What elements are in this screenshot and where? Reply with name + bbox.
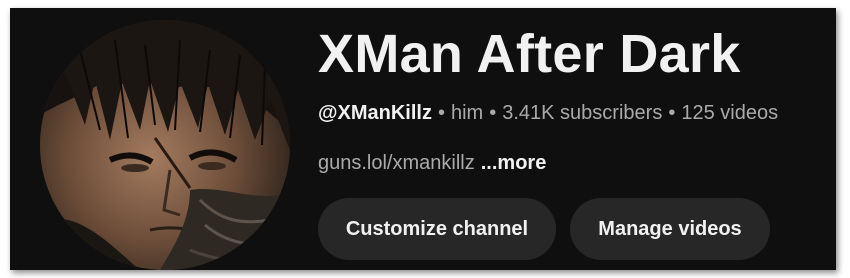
- customize-channel-button[interactable]: Customize channel: [318, 198, 556, 260]
- avatar-artwork: [40, 20, 290, 270]
- channel-meta: @XManKillz • him • 3.41K subscribers • 125 vid…: [318, 100, 778, 126]
- channel-name: XMan After Dark: [318, 24, 741, 84]
- channel-pronouns: him: [450, 102, 484, 124]
- channel-link[interactable]: guns.lol/xmankillz: [318, 152, 475, 174]
- manage-videos-button[interactable]: Manage videos: [570, 198, 770, 260]
- channel-handle: @XManKillz: [318, 102, 432, 124]
- meta-separator: •: [437, 102, 445, 124]
- channel-header: XMan After Dark @XManKillz • him • 3.41K sub…: [10, 8, 836, 270]
- channel-description[interactable]: guns.lol/xmankillz ...more: [318, 150, 546, 176]
- meta-separator: •: [668, 102, 676, 124]
- more-link[interactable]: ...more: [481, 152, 547, 174]
- channel-avatar[interactable]: [40, 20, 290, 270]
- video-count: 125 videos: [681, 102, 779, 124]
- meta-separator: •: [489, 102, 497, 124]
- subscriber-count: 3.41K subscribers: [502, 102, 663, 124]
